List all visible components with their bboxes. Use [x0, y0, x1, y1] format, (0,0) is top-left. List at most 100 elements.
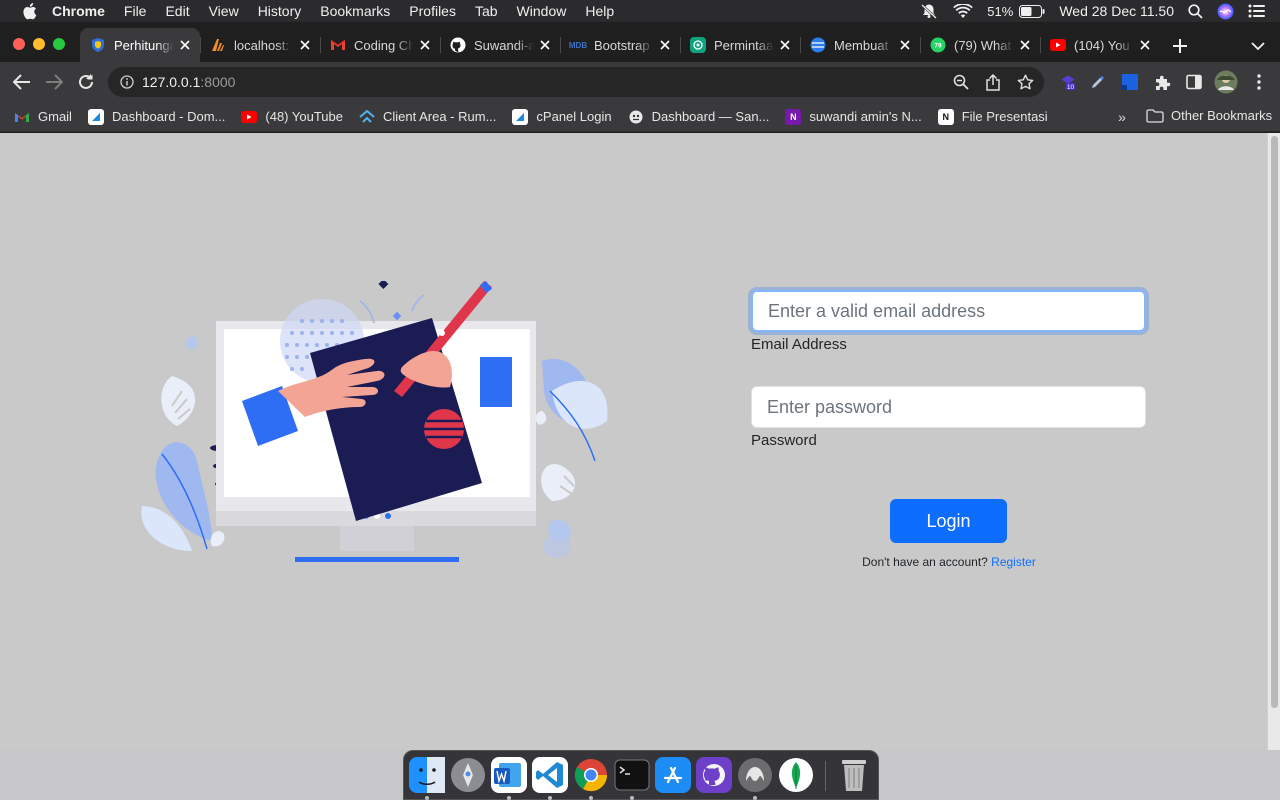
tab-perhitungan[interactable]: Perhitungan: [80, 28, 200, 62]
no-account-text: Don't have an account?: [862, 555, 992, 569]
running-indicator: [425, 796, 429, 800]
url-port: :8000: [200, 74, 236, 90]
bookmark-gmail[interactable]: Gmail: [14, 109, 72, 125]
tab-search-chevron-down-icon[interactable]: [1249, 38, 1267, 54]
more-vertical-icon[interactable]: [1250, 73, 1268, 91]
google-chrome-icon[interactable]: [573, 757, 609, 793]
menu-help[interactable]: Help: [585, 3, 614, 19]
email-label: Email Address: [751, 336, 847, 353]
microsoft-word-icon[interactable]: [491, 757, 527, 793]
tab-localhost[interactable]: localhost:: [200, 28, 320, 62]
menu-history[interactable]: History: [258, 3, 302, 19]
apple-icon[interactable]: [20, 2, 38, 20]
bookmark-dashboard-domain[interactable]: Dashboard - Dom...: [87, 108, 226, 125]
tab-close-icon[interactable]: [898, 38, 912, 52]
eyedropper-icon[interactable]: [1089, 73, 1107, 91]
terminal-icon[interactable]: [614, 757, 650, 793]
other-bookmarks-label: Other Bookmarks: [1171, 108, 1273, 123]
other-bookmarks-folder[interactable]: Other Bookmarks: [1146, 108, 1272, 123]
forward-arrow-icon[interactable]: [44, 72, 64, 92]
bookmark-star-icon[interactable]: [1016, 73, 1034, 91]
menu-file[interactable]: File: [124, 3, 147, 19]
finder-icon[interactable]: [409, 757, 445, 793]
password-input[interactable]: [751, 386, 1146, 428]
bookmark-youtube[interactable]: (48) YouTube: [241, 109, 343, 125]
register-link[interactable]: Register: [991, 555, 1036, 569]
email-input[interactable]: [751, 290, 1146, 332]
menu-profiles[interactable]: Profiles: [409, 3, 456, 19]
page-scrollbar[interactable]: [1267, 133, 1280, 750]
tab-close-icon[interactable]: [298, 38, 312, 52]
tab-title: (104) You: [1074, 37, 1130, 53]
menu-app-chrome[interactable]: Chrome: [52, 3, 105, 19]
control-center-icon[interactable]: [1248, 4, 1266, 18]
tab-bootstrap[interactable]: MDB Bootstrap: [560, 28, 680, 62]
tab-close-icon[interactable]: [778, 38, 792, 52]
tab-close-icon[interactable]: [418, 38, 432, 52]
siri-icon[interactable]: [1217, 3, 1234, 20]
login-illustration: [141, 281, 608, 562]
menubar-clock[interactable]: Wed 28 Dec 11.50: [1059, 3, 1174, 19]
side-panel-icon[interactable]: [1185, 73, 1203, 91]
tab-close-icon[interactable]: [1138, 38, 1152, 52]
tab-close-icon[interactable]: [658, 38, 672, 52]
mongodb-compass-icon[interactable]: [778, 757, 814, 793]
site-info-icon[interactable]: [120, 75, 134, 89]
tab-membuat[interactable]: Membuat: [800, 28, 920, 62]
app-store-icon[interactable]: [655, 757, 691, 793]
tab-github[interactable]: Suwandi-a: [440, 28, 560, 62]
extension-badge-icon[interactable]: 10: [1059, 73, 1077, 91]
tab-permintaan[interactable]: Permintaa: [680, 28, 800, 62]
github-icon: [450, 37, 466, 53]
scrollbar-thumb[interactable]: [1271, 136, 1278, 708]
bookmark-label: suwandi amin's N...: [809, 109, 922, 124]
notification-off-icon[interactable]: [919, 3, 939, 19]
tab-close-icon[interactable]: [1018, 38, 1032, 52]
tab-title: Permintaa: [714, 37, 774, 53]
tab-whatsapp[interactable]: 79 (79) What: [920, 28, 1040, 62]
battery-icon[interactable]: [1019, 4, 1045, 18]
bookmark-onenote[interactable]: N suwandi amin's N...: [785, 108, 922, 125]
window-minimize-button[interactable]: [33, 38, 45, 50]
notion-icon: N: [937, 108, 954, 125]
extensions-puzzle-icon[interactable]: [1153, 73, 1171, 91]
menu-window[interactable]: Window: [517, 3, 567, 19]
zoom-out-icon[interactable]: [952, 73, 970, 91]
window-zoom-button[interactable]: [53, 38, 65, 50]
reload-icon[interactable]: [76, 72, 96, 92]
tab-title: localhost:: [234, 37, 289, 53]
back-arrow-icon[interactable]: [12, 72, 32, 92]
bookmarks-overflow-chevron-icon[interactable]: »: [1115, 109, 1129, 125]
menu-tab[interactable]: Tab: [475, 3, 498, 19]
launchpad-icon[interactable]: [450, 757, 486, 793]
blue-square-extension-icon[interactable]: [1121, 73, 1139, 91]
menu-view[interactable]: View: [209, 3, 239, 19]
tableplus-icon[interactable]: [737, 757, 773, 793]
tab-title: Bootstrap: [594, 37, 650, 53]
bookmark-dashboard-sanity[interactable]: Dashboard — San...: [628, 109, 769, 125]
trash-icon[interactable]: [836, 757, 872, 793]
tab-close-icon[interactable]: [538, 38, 552, 52]
running-indicator: [548, 796, 552, 800]
bookmark-cpanel[interactable]: cPanel Login: [512, 108, 612, 125]
share-icon[interactable]: [984, 73, 1002, 91]
new-tab-plus-icon[interactable]: [1170, 36, 1190, 56]
profile-avatar[interactable]: [1214, 70, 1238, 94]
github-desktop-icon[interactable]: [696, 757, 732, 793]
tab-coding-chat[interactable]: Coding Ch: [320, 28, 440, 62]
macos-menu-bar: Chrome File Edit View History Bookmarks …: [0, 0, 1280, 22]
spotlight-search-icon[interactable]: [1188, 3, 1203, 19]
menu-bookmarks[interactable]: Bookmarks: [320, 3, 390, 19]
tab-close-icon[interactable]: [178, 38, 192, 52]
vscode-icon[interactable]: [532, 757, 568, 793]
bookmark-file-presentasi[interactable]: N File Presentasi: [937, 108, 1048, 125]
address-bar[interactable]: 127.0.0.1:8000: [108, 67, 1044, 97]
tab-youtube[interactable]: (104) You: [1040, 28, 1160, 62]
login-button[interactable]: Login: [890, 499, 1007, 543]
menu-edit[interactable]: Edit: [165, 3, 189, 19]
bookmark-label: Dashboard - Dom...: [111, 109, 226, 124]
bookmark-client-area[interactable]: Client Area - Rum...: [359, 109, 496, 125]
wifi-icon[interactable]: [953, 3, 974, 19]
browser-toolbar: 127.0.0.1:8000 10: [0, 62, 1280, 102]
window-close-button[interactable]: [13, 38, 25, 50]
